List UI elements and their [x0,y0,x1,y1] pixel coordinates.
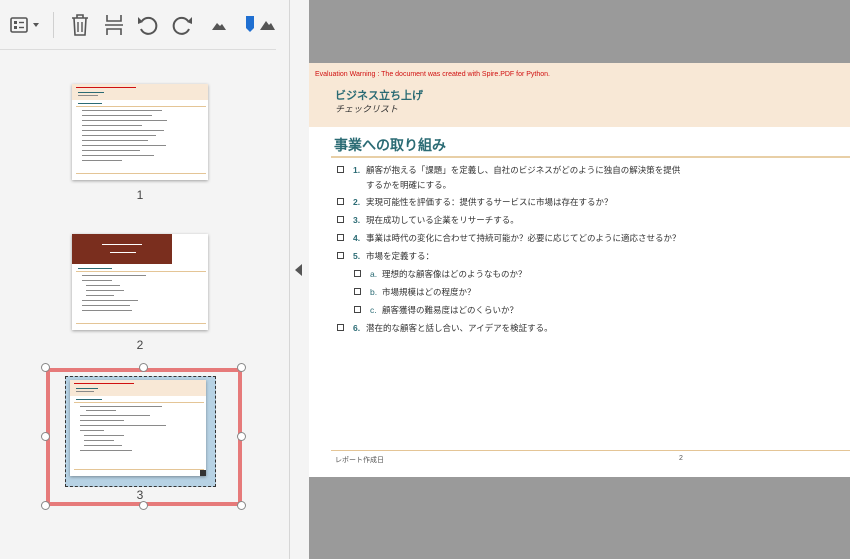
evaluation-warning: Evaluation Warning : The document was cr… [315,71,551,78]
resize-handle-r[interactable] [237,432,246,441]
options-menu-button[interactable] [8,11,44,39]
page-thumbnail-1[interactable] [72,84,208,180]
resize-handle-l[interactable] [41,432,50,441]
checkbox-1[interactable] [337,166,344,173]
resize-handle-t[interactable] [139,363,148,372]
document-title: ビジネス立ち上げ [335,90,423,102]
resize-handle-br[interactable] [237,501,246,510]
footer-divider [331,450,850,451]
rotate-right-button[interactable] [168,11,196,39]
document-page: Evaluation Warning : The document was cr… [309,63,850,477]
section-heading: 事業への取り組み [334,137,446,153]
slider-icon [246,16,275,32]
list-options-icon [10,17,39,33]
rotate-ccw-icon [138,16,158,35]
mountain-small-icon [212,23,226,30]
checkbox-4[interactable] [337,234,344,241]
resize-handle-tr[interactable] [237,363,246,372]
footer-date-label: レポート作成日 [335,457,384,464]
page-thumbnail-3[interactable] [70,380,206,476]
page-number-3: 3 [136,488,144,502]
resize-handle-tl[interactable] [41,363,50,372]
page-number-1: 1 [136,188,144,202]
checkbox-5[interactable] [337,252,344,259]
thumbnail-size-slider[interactable] [240,11,276,39]
checkbox-6[interactable] [337,324,344,331]
zoom-out-thumbnails-button[interactable] [208,11,230,39]
resize-handle-b[interactable] [139,501,148,510]
checkbox-3[interactable] [337,216,344,223]
delete-page-button[interactable] [67,11,93,39]
thumbnail-toolbar [0,0,276,50]
page-thumbnail-2[interactable] [72,234,208,330]
footer-page-number: 2 [679,455,683,462]
resize-handle-bl[interactable] [41,501,50,510]
page-extract-icon [105,15,123,35]
checkbox-5c[interactable] [354,306,361,313]
trash-icon [72,14,88,36]
thumbnail-pane: 1 2 3 [0,0,290,559]
rotate-cw-icon [172,16,192,35]
checkbox-2[interactable] [337,198,344,205]
collapse-pane-arrow-icon[interactable] [295,264,302,276]
extract-page-button[interactable] [101,11,127,39]
checkbox-5a[interactable] [354,270,361,277]
checkbox-5b[interactable] [354,288,361,295]
section-divider [331,156,850,158]
thumbnail-banner-image [72,234,172,264]
document-viewer[interactable]: Evaluation Warning : The document was cr… [309,0,850,559]
rotate-left-button[interactable] [134,11,162,39]
page-number-2: 2 [136,338,144,352]
toolbar-separator [53,12,54,38]
document-subtitle: チェックリスト [335,104,399,114]
